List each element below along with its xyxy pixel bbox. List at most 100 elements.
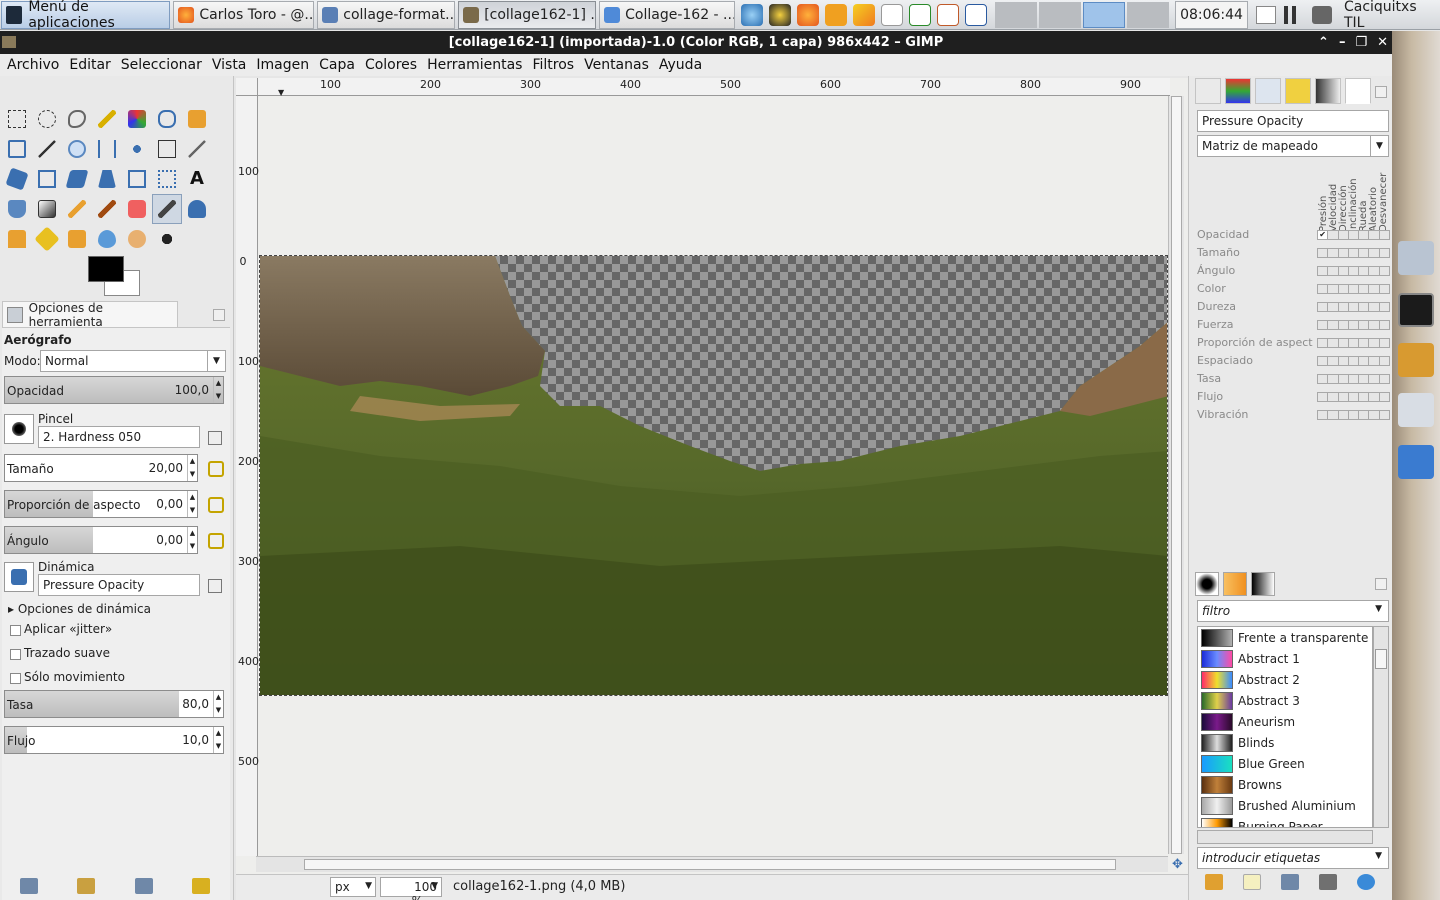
rect-select-tool[interactable] [2,104,32,134]
desktop-folder-icon[interactable] [1398,445,1434,479]
smudge-tool[interactable] [122,224,152,254]
gradient-list[interactable]: Frente a transparente Abstract 1 Abstrac… [1197,626,1373,828]
ink-tool[interactable] [182,194,212,224]
workspace-2[interactable] [1039,1,1082,28]
flow-slider[interactable]: Flujo 10,0 ▲ ▼ [4,726,224,754]
applications-menu-button[interactable]: Menú de aplicaciones [1,0,171,31]
mode-select[interactable]: Normal ▼ [40,350,226,372]
text-editor-launcher-icon[interactable] [881,3,904,26]
tux-launcher-icon[interactable] [769,3,792,26]
list-item[interactable]: Frente a transparente [1198,627,1372,648]
list-item[interactable]: Aneurism [1198,711,1372,732]
menu-ventanas[interactable]: Ventanas [579,57,654,73]
crop-tool[interactable] [182,134,212,164]
reset-aspect-icon[interactable] [208,497,224,513]
edit-brush-icon[interactable] [208,431,222,445]
ruler-corner[interactable] [236,78,258,96]
opacity-spinner[interactable]: ▲ ▼ [213,377,223,403]
reset-angle-icon[interactable] [208,533,224,549]
smooth-checkbox[interactable] [10,649,21,660]
writer-launcher-icon[interactable] [965,3,988,26]
brush-preview[interactable] [4,414,34,444]
measure-tool[interactable] [92,134,122,164]
mapping-checkbox[interactable] [1378,230,1390,240]
blend-tool[interactable] [32,194,62,224]
menu-imagen[interactable]: Imagen [251,57,314,73]
edit-gradient-icon[interactable] [1205,874,1223,890]
zoom-tool[interactable] [62,134,92,164]
menu-filtros[interactable]: Filtros [527,57,579,73]
motion-only-checkbox[interactable] [10,673,21,684]
mapping-checkbox[interactable] [1378,374,1390,384]
delete-options-icon[interactable] [134,878,153,894]
close-icon[interactable]: ✕ [1377,31,1388,54]
brush-field[interactable]: 2. Hardness 050 [38,426,200,448]
tool-options-menu-button[interactable] [213,309,225,321]
free-select-tool[interactable] [62,104,92,134]
dodge-burn-tool[interactable] [152,224,182,254]
eraser-tool[interactable] [122,194,152,224]
flow-spinner[interactable]: ▲ ▼ [213,727,223,753]
list-item[interactable]: Browns [1198,774,1372,795]
pencil-tool[interactable] [62,194,92,224]
taskbar-task-firefox[interactable]: Carlos Toro - @... [173,0,315,29]
desktop-archive-icon[interactable] [1398,343,1434,377]
aspect-slider[interactable]: Proporción de aspecto 0,00 ▲ ▼ [4,490,198,518]
tags-field[interactable]: introducir etiquetas ▼ [1197,847,1389,869]
workspace-3[interactable] [1083,1,1126,28]
channels-tab-icon[interactable] [1225,78,1251,104]
list-item[interactable]: Abstract 2 [1198,669,1372,690]
image-canvas[interactable] [259,255,1168,696]
mapping-checkbox[interactable] [1378,338,1390,348]
gradient-list-scroll-thumb[interactable] [1375,649,1387,669]
mapping-checkbox[interactable] [1378,248,1390,258]
mapping-checkbox[interactable] [1378,266,1390,276]
up-arrow-icon[interactable]: ⌃ [1318,31,1329,54]
bucket-fill-tool[interactable] [2,194,32,224]
text-tool[interactable]: A [182,164,212,194]
delete-gradient-icon[interactable] [1319,874,1337,890]
dynamics-mode-select[interactable]: Matriz de mapeado ▼ [1197,135,1389,157]
duplicate-gradient-icon[interactable] [1281,874,1299,890]
list-item[interactable]: Blue Green [1198,753,1372,774]
color-select-tool[interactable] [122,104,152,134]
taskbar-task-document[interactable]: collage-format... [317,0,456,29]
window-titlebar[interactable]: [collage162-1] (importada)-1.0 (Color RG… [0,31,1392,54]
edit-dynamics-icon[interactable] [208,579,222,593]
mapping-checkbox[interactable] [1378,356,1390,366]
jitter-checkbox[interactable] [10,625,21,636]
user-name[interactable]: Caciquitxs TIL [1344,0,1440,31]
opacity-slider[interactable]: Opacidad 100,0 ▲ ▼ [4,376,224,404]
menu-archivo[interactable]: Archivo [2,57,64,73]
restore-options-icon[interactable] [77,878,96,894]
move-tool[interactable] [122,134,152,164]
notification-icon[interactable] [1255,5,1276,24]
spreadsheet-launcher-icon[interactable] [909,3,932,26]
desktop-drive-icon[interactable] [1398,241,1434,275]
menu-colores[interactable]: Colores [360,57,422,73]
scale-tool[interactable] [32,164,62,194]
gradients-tab-icon[interactable] [1251,572,1275,596]
aspect-spinner[interactable]: ▲ ▼ [187,491,197,517]
menu-herramientas[interactable]: Herramientas [422,57,527,73]
vertical-scrollbar[interactable] [1168,96,1184,854]
size-slider[interactable]: Tamaño 20,00 ▲ ▼ [4,454,198,482]
list-item[interactable]: Abstract 3 [1198,690,1372,711]
patterns-tab-icon[interactable] [1223,572,1247,596]
presentation-launcher-icon[interactable] [937,3,960,26]
unit-select[interactable]: px ▼ [330,877,376,897]
airbrush-tool[interactable] [152,194,182,224]
minimize-icon[interactable]: – [1339,31,1346,54]
taskbar-task-gimp[interactable]: [collage162-1] ... [458,0,597,29]
dynamics-preview[interactable] [4,562,34,592]
zoom-select[interactable]: 100 % ▼ [380,877,442,900]
mapping-checkbox[interactable] [1378,392,1390,402]
heal-tool[interactable] [32,224,62,254]
angle-spinner[interactable]: ▲ ▼ [187,527,197,553]
list-item[interactable]: Brushed Aluminium [1198,795,1372,816]
rate-slider[interactable]: Tasa 80,0 ▲ ▼ [4,690,224,718]
menu-capa[interactable]: Capa [314,57,360,73]
gradient-list-hscrollbar[interactable] [1197,830,1373,844]
vertical-ruler[interactable]: 100 0 100 200 300 400 500 [236,96,259,856]
desktop-search-icon[interactable] [1398,393,1434,427]
